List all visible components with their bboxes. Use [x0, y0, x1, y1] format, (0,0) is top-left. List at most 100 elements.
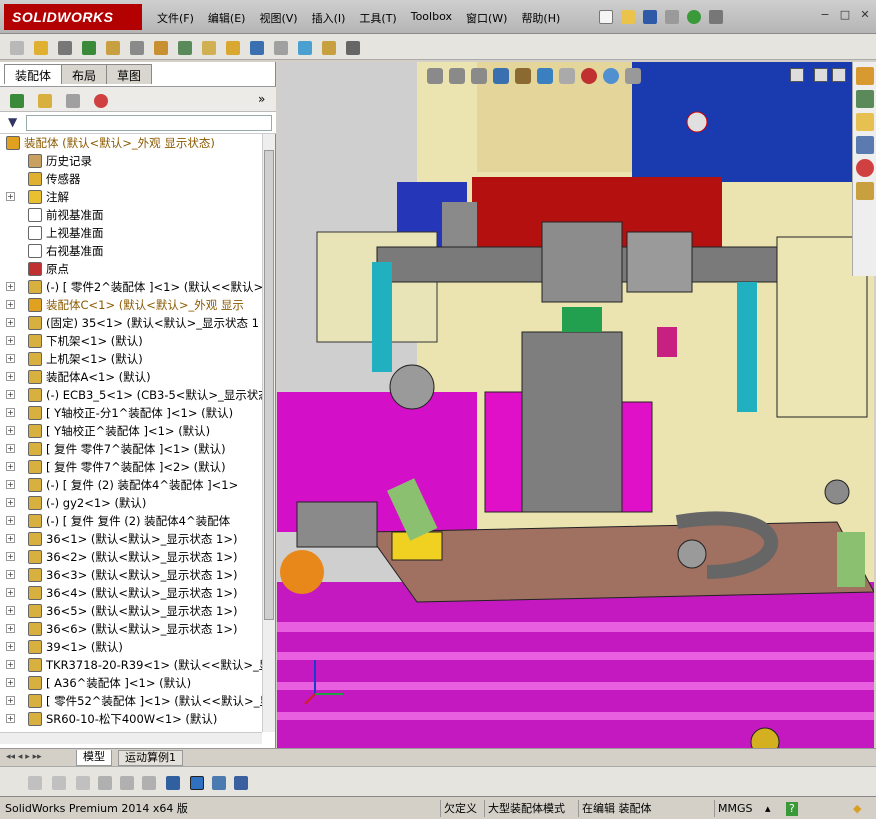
assembly-features-icon[interactable]: [150, 37, 170, 57]
new-motion-study-icon[interactable]: [198, 37, 218, 57]
view-cube-icon[interactable]: [48, 772, 68, 792]
expand-toggle-icon[interactable]: +: [6, 714, 15, 723]
tree-item[interactable]: 装配体 (默认<默认>_外观 显示状态): [0, 134, 262, 152]
solidworks-logo[interactable]: SOLIDWORKS: [4, 4, 142, 30]
custom-properties-icon[interactable]: [856, 182, 874, 200]
minimize-button[interactable]: −: [818, 8, 832, 22]
view-split-window-icon[interactable]: [230, 772, 250, 792]
view-table-icon[interactable]: [208, 772, 228, 792]
tree-item[interactable]: + (-) [ 复件 (2) 装配体4^装配体 ]<1>: [0, 476, 262, 494]
menu-item-2[interactable]: 视图(V): [252, 8, 304, 28]
display-manager-icon[interactable]: [90, 90, 110, 110]
tree-item[interactable]: + [ A36^装配体 ]<1> (默认): [0, 674, 262, 692]
filter-input[interactable]: [26, 115, 272, 131]
view-3d-icon[interactable]: [24, 772, 44, 792]
tab-scroll-arrows-icon[interactable]: ◂◂ ◂ ▸ ▸▸: [6, 752, 42, 762]
tree-item[interactable]: +36<3> (默认<默认>_显示状态 1>): [0, 566, 262, 584]
previous-view-icon[interactable]: [471, 68, 487, 84]
zoom-to-fit-icon[interactable]: [427, 68, 443, 84]
tree-horizontal-scrollbar[interactable]: [0, 732, 262, 744]
section-view-icon[interactable]: [493, 68, 509, 84]
maximize-button[interactable]: □: [838, 8, 852, 22]
open-folder-icon[interactable]: [617, 6, 637, 26]
expand-toggle-icon[interactable]: +: [6, 534, 15, 543]
tree-item[interactable]: 历史记录: [0, 152, 262, 170]
edit-appearance-icon[interactable]: [581, 68, 597, 84]
menu-item-0[interactable]: 文件(F): [150, 8, 201, 28]
tile-view-icon[interactable]: [814, 68, 828, 82]
expand-toggle-icon[interactable]: +: [6, 678, 15, 687]
menu-item-7[interactable]: 帮助(H): [514, 8, 567, 28]
tree-item[interactable]: + 装配体C<1> (默认<默认>_外观 显示: [0, 296, 262, 314]
display-style-icon[interactable]: [559, 68, 575, 84]
mate-icon[interactable]: [30, 37, 50, 57]
zoom-to-area-icon[interactable]: [449, 68, 465, 84]
tree-item[interactable]: + (-) ECB3_5<1> (CB3-5<默认>_显示状态: [0, 386, 262, 404]
tab-layout[interactable]: 布局: [61, 64, 108, 84]
tree-item[interactable]: + 上机架<1> (默认): [0, 350, 262, 368]
expand-toggle-icon[interactable]: +: [6, 336, 15, 345]
print-icon[interactable]: [661, 6, 681, 26]
tree-item[interactable]: +36<2> (默认<默认>_显示状态 1>): [0, 548, 262, 566]
restore-view-icon[interactable]: [790, 68, 804, 82]
expand-toggle-icon[interactable]: +: [6, 300, 15, 309]
apply-scene-icon[interactable]: [603, 68, 619, 84]
expand-toggle-icon[interactable]: +: [6, 624, 15, 633]
menu-item-6[interactable]: 窗口(W): [459, 8, 514, 28]
feature-manager-icon[interactable]: [6, 90, 26, 110]
tree-item[interactable]: + 装配体A<1> (默认): [0, 368, 262, 386]
tag-icon[interactable]: ◆: [850, 800, 864, 817]
tree-item[interactable]: + [ Y轴校正^装配体 ]<1> (默认): [0, 422, 262, 440]
view-list-icon[interactable]: [94, 772, 114, 792]
instant3d-icon[interactable]: [342, 37, 362, 57]
expand-panel-icon[interactable]: »: [258, 92, 265, 106]
smart-fasteners-icon[interactable]: [78, 37, 98, 57]
solidworks-resources-icon[interactable]: [856, 67, 874, 85]
configuration-manager-icon[interactable]: [62, 90, 82, 110]
expand-toggle-icon[interactable]: +: [6, 660, 15, 669]
view-settings-icon[interactable]: [625, 68, 641, 84]
expand-toggle-icon[interactable]: +: [6, 372, 15, 381]
expand-toggle-icon[interactable]: +: [6, 192, 15, 201]
tree-item[interactable]: +36<5> (默认<默认>_显示状态 1>): [0, 602, 262, 620]
expand-toggle-icon[interactable]: +: [6, 696, 15, 705]
units-arrow-icon[interactable]: ▴: [762, 800, 774, 817]
design-library-icon[interactable]: [856, 90, 874, 108]
property-manager-icon[interactable]: [34, 90, 54, 110]
tree-item[interactable]: + (固定) 35<1> (默认<默认>_显示状态 1: [0, 314, 262, 332]
expand-toggle-icon[interactable]: +: [6, 480, 15, 489]
expand-toggle-icon[interactable]: +: [6, 516, 15, 525]
tree-item[interactable]: + (-) [ 复件 复件 (2) 装配体4^装配体: [0, 512, 262, 530]
filter-icon[interactable]: ▼: [8, 115, 17, 129]
dynamic-annotation-icon[interactable]: [515, 68, 531, 84]
view-palette-icon[interactable]: [856, 136, 874, 154]
tree-item[interactable]: 上视基准面: [0, 224, 262, 242]
expand-toggle-icon[interactable]: +: [6, 570, 15, 579]
tree-item[interactable]: +36<1> (默认<默认>_显示状态 1>): [0, 530, 262, 548]
expand-toggle-icon[interactable]: +: [6, 282, 15, 291]
help-icon[interactable]: ?: [786, 802, 798, 816]
linear-pattern-icon[interactable]: [54, 37, 74, 57]
tree-item[interactable]: + [ 复件 零件7^装配体 ]<1> (默认): [0, 440, 262, 458]
tree-item[interactable]: + [ 零件52^装配体 ]<1> (默认<<默认>_显: [0, 692, 262, 710]
tab-sketch[interactable]: 草图: [106, 64, 153, 84]
expand-toggle-icon[interactable]: +: [6, 354, 15, 363]
view-grid-icon[interactable]: [116, 772, 136, 792]
exploded-view-icon[interactable]: [246, 37, 266, 57]
save-icon[interactable]: [639, 6, 659, 26]
interference-detection-icon[interactable]: [294, 37, 314, 57]
tree-item[interactable]: 前视基准面: [0, 206, 262, 224]
menu-item-4[interactable]: 工具(T): [352, 8, 403, 28]
insert-component-icon[interactable]: [6, 37, 26, 57]
tab-motion-study[interactable]: 运动算例1: [118, 750, 183, 766]
expand-toggle-icon[interactable]: +: [6, 426, 15, 435]
view-shaded-icon[interactable]: [186, 772, 206, 792]
tree-item[interactable]: + 下机架<1> (默认): [0, 332, 262, 350]
menu-item-5[interactable]: Toolbox: [404, 8, 459, 28]
tree-item[interactable]: 右视基准面: [0, 242, 262, 260]
tree-item[interactable]: + TKR3718-20-R39<1> (默认<<默认>_显示状: [0, 656, 262, 674]
expand-toggle-icon[interactable]: +: [6, 552, 15, 561]
close-button[interactable]: ✕: [858, 8, 872, 22]
file-explorer-icon[interactable]: [856, 113, 874, 131]
status-units[interactable]: MMGS: [714, 800, 756, 817]
